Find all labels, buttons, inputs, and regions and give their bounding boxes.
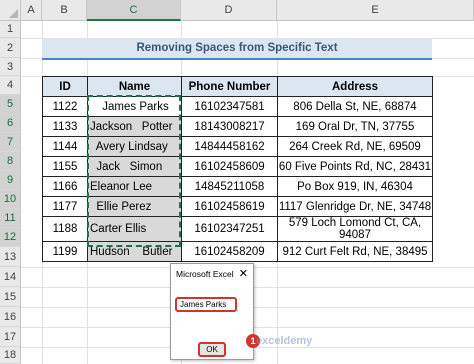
row-header-5[interactable]: 5	[0, 95, 21, 114]
cell-phone[interactable]: 16102347581	[181, 96, 278, 117]
table-row: 1133 Jackson Potter 18143008217 169 Oral…	[42, 116, 433, 137]
column-header-e[interactable]: E	[277, 0, 474, 21]
cell-address[interactable]: Po Box 919, IN, 46304	[277, 176, 433, 197]
cell-id[interactable]: 1144	[42, 136, 88, 157]
row-header-7[interactable]: 7	[0, 133, 21, 152]
cell-name[interactable]: Carter Ellis	[87, 216, 182, 242]
cell-id[interactable]: 1155	[42, 156, 88, 177]
spreadsheet: A B C D E 1 2 3 4 5 6 7 8 9 10 11 12 13 …	[0, 0, 474, 364]
header-address[interactable]: Address	[277, 76, 433, 97]
cell-name[interactable]: Jack Simon	[87, 156, 182, 177]
cell-address[interactable]: 806 Della St, NE, 68874	[277, 96, 433, 117]
message-box-dialog: Microsoft Excel ✕ James Parks OK	[170, 263, 254, 360]
column-header-b[interactable]: B	[42, 0, 87, 21]
row-header-4[interactable]: 4	[0, 76, 21, 95]
sheet-title[interactable]: Removing Spaces from Specific Text	[42, 38, 432, 60]
cell-name[interactable]: Avery Lindsay	[87, 136, 182, 157]
cell-phone[interactable]: 16102458609	[181, 156, 278, 177]
cell-phone[interactable]: 14844458162	[181, 136, 278, 157]
row-header-11[interactable]: 11	[0, 209, 21, 228]
ok-button[interactable]: OK	[198, 342, 226, 357]
table-row: 1199 Hudson Butler 16102458209 912 Curt …	[42, 241, 433, 262]
header-id[interactable]: ID	[42, 76, 88, 97]
header-name[interactable]: Name	[87, 76, 182, 97]
column-header-c[interactable]: C	[87, 0, 181, 21]
row-header-17[interactable]: 17	[0, 327, 21, 347]
table-row: 1166 Eleanor Lee 14845211058 Po Box 919,…	[42, 176, 433, 197]
row-header-15[interactable]: 15	[0, 287, 21, 307]
row-header-9[interactable]: 9	[0, 171, 21, 190]
cell-address[interactable]: 264 Creek Rd, NE, 69509	[277, 136, 433, 157]
cell-id[interactable]: 1177	[42, 196, 88, 217]
cell-address[interactable]: 579 Loch Lomond Ct, CA, 94087	[277, 216, 433, 242]
row-header-13[interactable]: 13	[0, 247, 21, 267]
cell-address[interactable]: 60 Five Points Rd, NC, 28431	[277, 156, 433, 177]
cell-phone[interactable]: 14845211058	[181, 176, 278, 197]
close-icon[interactable]: ✕	[239, 267, 248, 280]
cell-address[interactable]: 169 Oral Dr, TN, 37755	[277, 116, 433, 137]
cell-name-active[interactable]: James Parks	[87, 96, 182, 117]
row-header-16[interactable]: 16	[0, 307, 21, 327]
cell-phone[interactable]: 16102347251	[181, 216, 278, 242]
cell-name[interactable]: Hudson Butler	[87, 241, 182, 262]
row-header-2[interactable]: 2	[0, 38, 21, 58]
cell-name[interactable]: Ellie Perez	[87, 196, 182, 217]
row-header-8[interactable]: 8	[0, 152, 21, 171]
table-row: 1122 James Parks 16102347581 806 Della S…	[42, 96, 433, 117]
cell-phone[interactable]: 18143008217	[181, 116, 278, 137]
column-header-a[interactable]: A	[21, 0, 42, 21]
cell-address[interactable]: 1117 Glenridge Dr, NE, 34748	[277, 196, 433, 217]
row-header-10[interactable]: 10	[0, 190, 21, 209]
column-header-d[interactable]: D	[181, 0, 277, 21]
cell-phone[interactable]: 16102458209	[181, 241, 278, 262]
cell-name[interactable]: Jackson Potter	[87, 116, 182, 137]
cell-id[interactable]: 1188	[42, 216, 88, 242]
table-row: 1155 Jack Simon 16102458609 60 Five Poin…	[42, 156, 433, 177]
cell-address[interactable]: 912 Curt Felt Rd, NE, 38495	[277, 241, 433, 262]
cell-id[interactable]: 1199	[42, 241, 88, 262]
header-phone[interactable]: Phone Number	[181, 76, 278, 97]
dialog-message: James Parks	[175, 297, 237, 312]
data-table: ID Name Phone Number Address 1122 James …	[42, 76, 433, 262]
table-header-row: ID Name Phone Number Address	[42, 76, 433, 97]
row-header-3[interactable]: 3	[0, 58, 21, 76]
row-header-12[interactable]: 12	[0, 228, 21, 247]
dialog-title: Microsoft Excel	[176, 269, 234, 279]
cell-name[interactable]: Eleanor Lee	[87, 176, 182, 197]
cell-id[interactable]: 1166	[42, 176, 88, 197]
row-header-6[interactable]: 6	[0, 114, 21, 133]
watermark-logo: exceldemy	[256, 335, 313, 347]
row-header-1[interactable]: 1	[0, 21, 21, 38]
table-row: 1188 Carter Ellis 16102347251 579 Loch L…	[42, 216, 433, 242]
table-row: 1177 Ellie Perez 16102458619 1117 Glenri…	[42, 196, 433, 217]
cell-phone[interactable]: 16102458619	[181, 196, 278, 217]
select-all-corner[interactable]	[0, 0, 21, 21]
row-header-18[interactable]: 18	[0, 347, 21, 364]
table-row: 1144 Avery Lindsay 14844458162 264 Creek…	[42, 136, 433, 157]
cell-id[interactable]: 1122	[42, 96, 88, 117]
row-header-14[interactable]: 14	[0, 267, 21, 287]
cell-id[interactable]: 1133	[42, 116, 88, 137]
